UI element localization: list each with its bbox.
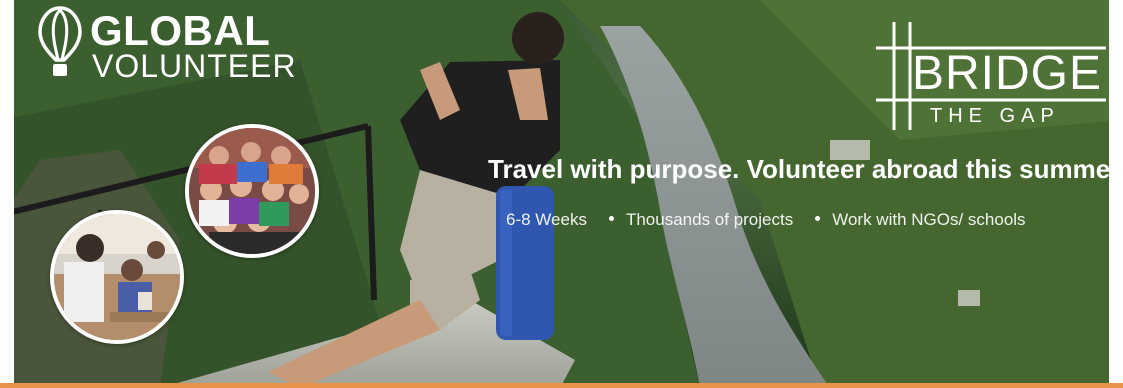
feature-partners: Work with NGOs/ schools xyxy=(832,210,1026,229)
feature-projects: Thousands of projects xyxy=(625,210,794,229)
feature-duration: 6-8 Weeks xyxy=(506,210,587,229)
partner-name-line2: THE GAP xyxy=(930,105,1060,127)
global-volunteer-logo[interactable]: GLOBAL VOLUNTEER xyxy=(38,6,296,86)
bullet-icon xyxy=(608,216,614,222)
headline: Travel with purpose. Volunteer abroad th… xyxy=(488,154,1121,184)
left-frame-edge xyxy=(0,0,14,388)
balloon-icon xyxy=(38,6,82,76)
bridge-the-gap-logo[interactable]: BRIDGE THE GAP xyxy=(872,22,1112,132)
classroom-photo xyxy=(50,210,184,344)
features-list: 6-8 Weeks Thousands of projects Work with … xyxy=(506,208,1116,232)
partner-name-line1: BRIDGE xyxy=(912,47,1103,100)
brand-name-line1: GLOBAL xyxy=(90,7,271,54)
bottom-accent-bar xyxy=(0,383,1123,388)
bullet-icon xyxy=(815,216,821,222)
brand-name-line2: VOLUNTEER xyxy=(92,48,297,84)
banner: GLOBAL VOLUNTEER BRIDGE THE GAP Travel w… xyxy=(0,0,1123,388)
children-group-photo xyxy=(185,124,319,258)
